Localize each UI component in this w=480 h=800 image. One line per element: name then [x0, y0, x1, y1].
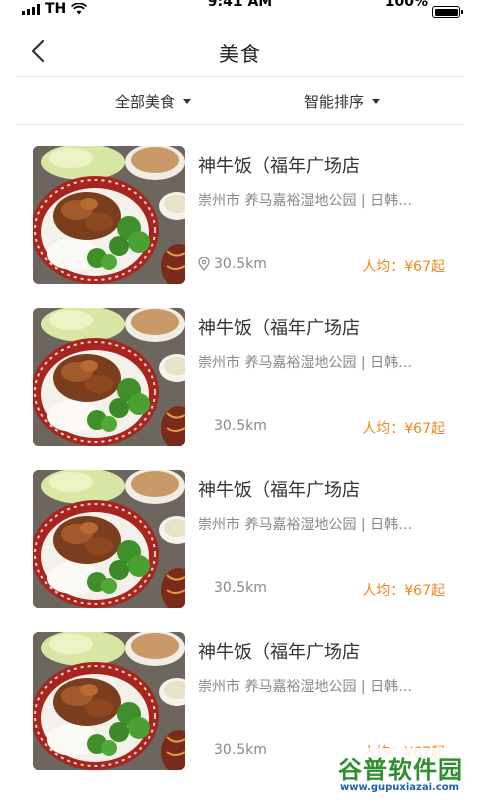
restaurant-card[interactable]: 神牛饭（福年广场店 崇州市 养马嘉裕湿地公园 | 日韩… 30.5km 人均：¥… [0, 470, 480, 610]
nav-divider [16, 76, 464, 77]
filter-category-label: 全部美食 [115, 93, 176, 111]
filter-sort-dropdown[interactable]: 智能排序 [304, 91, 381, 112]
battery-icon [432, 6, 463, 18]
restaurant-name: 神牛饭（福年广场店 [198, 480, 360, 501]
restaurant-distance: 30.5km [198, 742, 267, 758]
restaurant-description: 崇州市 养马嘉裕湿地公园 | 日韩… [198, 355, 413, 371]
restaurant-name: 神牛饭（福年广场店 [198, 156, 360, 177]
status-bar: TH 9:41 AM 100% [0, 0, 480, 18]
distance-text: 30.5km [214, 742, 267, 758]
price-label: 人均：¥67起 [362, 259, 445, 275]
watermark-url: www.gupuxiazai.com [340, 782, 460, 793]
distance-text: 30.5km [214, 256, 267, 272]
screen: TH 9:41 AM 100% 美食 全部美食 智能排序 神牛饭（福年广场店 崇… [0, 0, 480, 800]
caret-down-icon [183, 99, 192, 104]
restaurant-description: 崇州市 养马嘉裕湿地公园 | 日韩… [198, 679, 413, 695]
restaurant-card[interactable]: 神牛饭（福年广场店 崇州市 养马嘉裕湿地公园 | 日韩… 30.5km 人均：¥… [0, 308, 480, 448]
restaurant-name: 神牛饭（福年广场店 [198, 642, 360, 663]
watermark: 谷普软件园 www.gupuxiazai.com [334, 748, 476, 800]
food-thumbnail [33, 632, 185, 770]
food-thumbnail [33, 308, 185, 446]
filter-divider [16, 124, 464, 125]
restaurant-distance: 30.5km [198, 418, 267, 434]
distance-text: 30.5km [214, 580, 267, 596]
nav-bar: 美食 [0, 26, 480, 76]
food-thumbnail [33, 470, 185, 608]
restaurant-name: 神牛饭（福年广场店 [198, 318, 360, 339]
battery-fill [434, 8, 458, 16]
restaurant-distance: 30.5km [198, 580, 267, 596]
distance-text: 30.5km [214, 418, 267, 434]
location-pin-icon [198, 257, 210, 271]
watermark-title: 谷普软件园 [338, 756, 463, 784]
caret-down-icon [372, 99, 381, 104]
restaurant-distance: 30.5km [198, 256, 267, 272]
food-thumbnail [33, 146, 185, 284]
price-label: 人均：¥67起 [362, 583, 445, 599]
restaurant-card[interactable]: 神牛饭（福年广场店 崇州市 养马嘉裕湿地公园 | 日韩… 30.5km 人均：¥… [0, 146, 480, 286]
filter-category-dropdown[interactable]: 全部美食 [115, 91, 192, 112]
filter-sort-label: 智能排序 [304, 93, 365, 111]
filter-bar: 全部美食 智能排序 [0, 78, 480, 124]
page-title: 美食 [219, 42, 261, 66]
restaurant-description: 崇州市 养马嘉裕湿地公园 | 日韩… [198, 193, 413, 209]
restaurant-description: 崇州市 养马嘉裕湿地公园 | 日韩… [198, 517, 413, 533]
price-label: 人均：¥67起 [362, 421, 445, 437]
battery-percent: 100% [384, 0, 428, 10]
